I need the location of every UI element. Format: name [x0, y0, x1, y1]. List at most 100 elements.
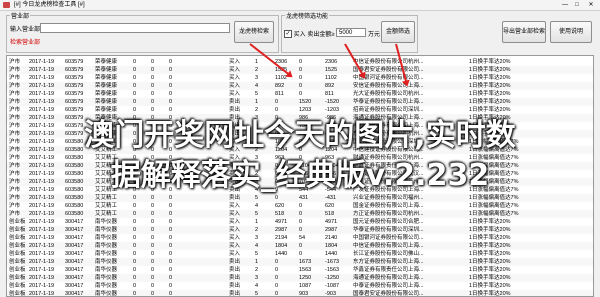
cell-code: 603579: [65, 75, 84, 81]
amount-filter-button[interactable]: 金额筛选: [381, 21, 415, 43]
table-row[interactable]: 创业板 2017-1-19 300417 南华仪器 0 0 0 买入 5 1440 0 1440 长江证…: [7, 250, 593, 258]
cell-sell: 0: [299, 59, 303, 65]
cell-market: 创业板: [9, 283, 26, 289]
query-button[interactable]: 龙虎榜检索: [234, 21, 274, 43]
checkbox-label: 买入 卖出金额≥: [293, 32, 335, 38]
cell-v3: 0: [169, 99, 173, 105]
cell-buy: 2194: [275, 235, 288, 241]
amount-input[interactable]: 5000: [336, 28, 366, 37]
cell-v3: 0: [169, 243, 173, 249]
cell-direction: 买入: [229, 203, 241, 209]
cell-reason: 1日换手率达20%: [469, 251, 511, 257]
cell-code: 300417: [65, 275, 84, 281]
table-row[interactable]: 创业板 2017-1-19 300417 南华仪器 0 0 0 卖出 3 0 1250 -1250 海通…: [7, 274, 593, 282]
maximize-button[interactable]: □: [572, 1, 582, 9]
close-button[interactable]: ✕: [586, 1, 596, 9]
cell-v1: 0: [133, 195, 137, 201]
cell-rank: 4: [255, 243, 259, 249]
business-dept-input[interactable]: [40, 23, 230, 33]
table-row[interactable]: 创业板 2017-1-19 300417 南华仪器 0 0 0 卖出 2 0 1563 -1563 华鑫…: [7, 266, 593, 274]
cell-date: 2017-1-19: [29, 227, 55, 233]
cell-v1: 0: [133, 67, 137, 73]
cell-reason: 1日换手率达20%: [469, 275, 511, 281]
table-row[interactable]: 沪市 2017-1-19 603579 荣泰健康 0 0 0 买入 1 2306 0 2306 中信证券…: [7, 58, 593, 66]
cell-v2: 0: [151, 59, 155, 65]
cell-sell: 54: [299, 235, 306, 241]
cell-market: 沪市: [9, 91, 21, 97]
cell-name: 荣泰健康: [95, 75, 118, 81]
cell-net: 2306: [325, 59, 338, 65]
cell-date: 2017-1-19: [29, 59, 55, 65]
cell-v2: 0: [151, 211, 155, 217]
table-row[interactable]: 沪市 2017-1-19 603580 艾艾精工 0 0 0 买入 5 518 0 518 方正证券股份…: [7, 210, 593, 218]
table-row[interactable]: 创业板 2017-1-19 300417 南华仪器 0 0 0 卖出 4 0 1087 -1087 中泰…: [7, 282, 593, 290]
minimize-button[interactable]: —: [560, 1, 570, 9]
table-row[interactable]: 沪市 2017-1-19 603579 荣泰健康 0 0 0 买入 4 892 0 892 安信证券股份…: [7, 82, 593, 90]
cell-net: 620: [325, 203, 335, 209]
cell-sell: 431: [299, 195, 309, 201]
cell-v1: 0: [133, 251, 137, 257]
cell-market: 创业板: [9, 235, 26, 241]
cell-v3: 0: [169, 195, 173, 201]
table-row[interactable]: 沪市 2017-1-19 603579 荣泰健康 0 0 0 买入 5 811 0 811 光大证券股份…: [7, 90, 593, 98]
amount-checkbox[interactable]: ✓: [284, 30, 292, 39]
cell-market: 沪市: [9, 59, 21, 65]
table-row[interactable]: 创业板 2017-1-19 300417 南华仪器 0 0 0 买入 3 2194 54 2140 中国…: [7, 234, 593, 242]
cell-date: 2017-1-19: [29, 243, 55, 249]
cell-sell: 903: [299, 291, 309, 297]
cell-net: 1804: [325, 243, 338, 249]
cell-sell: 1250: [299, 275, 312, 281]
table-row[interactable]: 沪市 2017-1-19 603580 艾艾精工 0 0 0 买入 4 620 0 620 国金证券股份…: [7, 202, 593, 210]
cell-v2: 0: [151, 219, 155, 225]
table-row[interactable]: 创业板 2017-1-19 300417 南华仪器 0 0 0 卖出 5 0 903 -903 国泰君安…: [7, 290, 593, 297]
cell-name: 荣泰健康: [95, 59, 118, 65]
cell-market: 创业板: [9, 251, 26, 257]
cell-reason: 1日换手率达20%: [469, 267, 511, 273]
amount-checkbox-wrap[interactable]: ✓ 买入 卖出金额≥: [284, 29, 335, 39]
cell-net: 2987: [325, 227, 338, 233]
cell-sell: 0: [299, 75, 303, 81]
cell-reason: 1日换手率达20%: [469, 67, 511, 73]
cell-v3: 0: [169, 275, 173, 281]
cell-v3: 0: [169, 291, 173, 297]
cell-market: 创业板: [9, 227, 26, 233]
cell-code: 300417: [65, 219, 84, 225]
cell-v1: 0: [133, 75, 137, 81]
table-row[interactable]: 创业板 2017-1-19 300417 南华仪器 0 0 0 买入 1 4971 0 4971 国元证…: [7, 218, 593, 226]
cell-v1: 0: [133, 227, 137, 233]
table-row[interactable]: 创业板 2017-1-19 300417 南华仪器 0 0 0 买入 4 1804 0 1804 中信证…: [7, 242, 593, 250]
business-group-caption: 营业部: [10, 11, 31, 20]
cell-market: 沪市: [9, 67, 21, 73]
cell-net: 4971: [325, 219, 338, 225]
cell-v2: 0: [151, 259, 155, 265]
table-row[interactable]: 沪市2017-1-19603579荣泰健康000买入2152501525国泰君安…: [7, 66, 593, 74]
cell-date: 2017-1-19: [29, 235, 55, 241]
cell-v1: 0: [133, 83, 137, 89]
table-row[interactable]: 沪市 2017-1-19 603579 荣泰健康 0 0 0 买入 3 1102 0 1102 中国银河…: [7, 74, 593, 82]
cell-buy: 811: [275, 91, 284, 97]
help-button[interactable]: 使用说明: [550, 21, 592, 43]
cell-rank: 2: [255, 227, 259, 233]
cell-date: 2017-1-19: [29, 83, 55, 89]
cell-sell: 0: [299, 243, 303, 249]
table-row[interactable]: 创业板 2017-1-19 300417 南华仪器 0 0 0 买入 2 2987 0 2987 华泰证…: [7, 226, 593, 234]
search-hint: 检索营业部: [10, 40, 41, 46]
table-row[interactable]: 沪市 2017-1-19 603579 荣泰健康 0 0 0 卖出 1 0 1520 -1520 华泰证…: [7, 98, 593, 106]
cell-market: 沪市: [9, 83, 21, 89]
cell-direction: 买入: [229, 83, 241, 89]
cell-date: 2017-1-19: [29, 259, 55, 265]
cell-direction: 买入: [229, 75, 241, 81]
cell-buy: 0: [275, 195, 279, 201]
cell-reason: 1日换手率达20%: [469, 219, 511, 225]
cell-direction: 卖出: [229, 283, 241, 289]
cell-v2: 0: [151, 267, 155, 273]
cell-net: 1440: [325, 251, 338, 257]
cell-v3: 0: [169, 211, 173, 217]
cell-market: 创业板: [9, 243, 26, 249]
cell-reason: 1日换手率达20%: [469, 91, 511, 97]
export-button[interactable]: 导出营业部检索: [502, 21, 546, 43]
cell-sell: 1673: [299, 259, 312, 265]
cell-name: 荣泰健康: [95, 83, 118, 89]
table-row[interactable]: 创业板 2017-1-19 300417 南华仪器 0 0 0 卖出 1 0 1673 -1673 东方…: [7, 258, 593, 266]
table-row[interactable]: 沪市 2017-1-19 603580 艾艾精工 0 0 0 卖出 5 0 431 -431 兴业证券股…: [7, 194, 593, 202]
